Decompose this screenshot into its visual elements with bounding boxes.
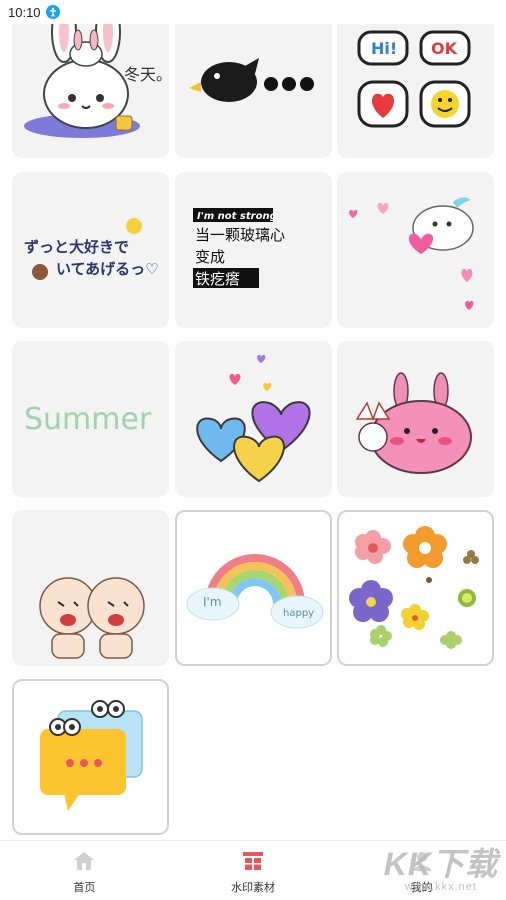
hi-text: Hi! <box>371 39 397 58</box>
sticker-rainbow[interactable]: I'm happy <box>175 510 332 666</box>
jp-line1: ずっと大好きで <box>24 238 129 256</box>
quote-line3: 铁疙瘩 <box>195 270 240 288</box>
nav-label-home: 首页 <box>73 882 96 894</box>
sticker-winter-bunny[interactable]: 冬天。 <box>12 2 169 158</box>
quote-en: I'm not strong <box>197 211 277 222</box>
sticker-seal-hearts[interactable] <box>337 172 494 328</box>
watermark-title: KK下载 <box>383 846 498 882</box>
sticker-speech-bubbles[interactable] <box>12 679 169 835</box>
rainbow-happy-text: happy <box>283 608 314 619</box>
winter-text: 冬天。 <box>124 65 169 84</box>
sticker-flowers[interactable] <box>337 510 494 666</box>
nav-item-watermark-material[interactable]: 水印素材 <box>169 841 338 900</box>
status-time: 10:10 <box>8 4 41 20</box>
quote-line1: 当一颗玻璃心 <box>195 226 285 244</box>
sticker-shouting-babies[interactable] <box>12 510 169 666</box>
jp-line2: いてあげるっ♡ <box>56 260 159 278</box>
rainbow-im-text: I'm <box>203 595 222 609</box>
sticker-hi-ok-bubbles[interactable]: Hi! OK <box>337 2 494 158</box>
nav-label-watermark-material: 水印素材 <box>231 882 275 894</box>
nav-item-home[interactable]: 首页 <box>0 841 169 900</box>
watermark-material-grid[interactable]: 冬天。 Hi! OK ずっと大好きで いてあげるっ♡ I'm not stron… <box>12 0 494 840</box>
quote-line2: 变成 <box>195 248 225 266</box>
site-watermark: KK下载 www.kkx.net <box>384 839 498 893</box>
status-bar: 10:10 <box>0 0 506 24</box>
sticker-pink-bunny-blob[interactable] <box>337 341 494 497</box>
watermark-material-icon <box>243 852 263 870</box>
sticker-hearts-cluster[interactable] <box>175 341 332 497</box>
sticker-japanese-text[interactable]: ずっと大好きで いてあげるっ♡ <box>12 172 169 328</box>
ok-text: OK <box>431 39 458 58</box>
sticker-black-bird-dots[interactable] <box>175 2 332 158</box>
accessibility-icon <box>45 5 60 19</box>
sticker-summer[interactable]: Summer <box>12 341 169 497</box>
home-icon <box>74 852 95 870</box>
sticker-chinese-quote[interactable]: I'm not strong 当一颗玻璃心 变成 铁疙瘩 <box>175 172 332 328</box>
summer-text: Summer <box>24 402 152 437</box>
